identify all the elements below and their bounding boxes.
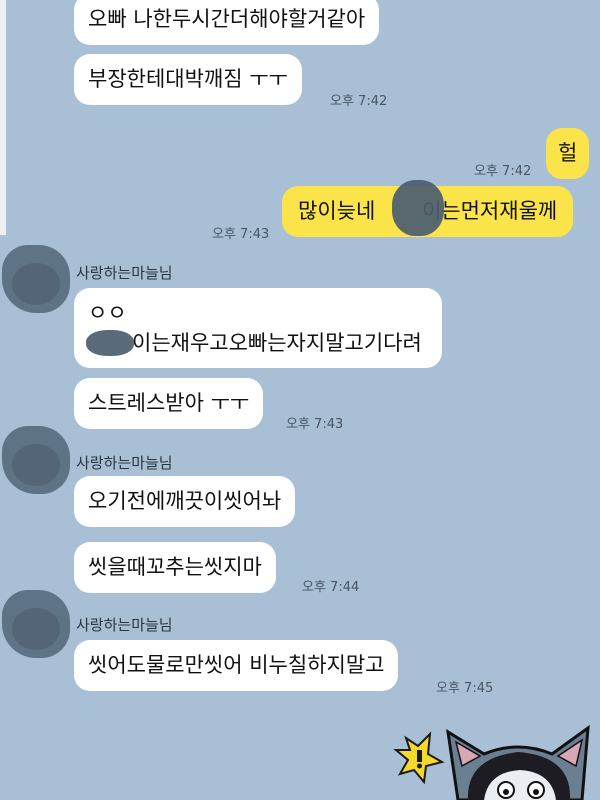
- message-time: 오후 7:42: [330, 94, 388, 109]
- message-time: 오후 7:45: [436, 681, 494, 696]
- censor-blur: [392, 180, 444, 236]
- avatar[interactable]: [2, 590, 70, 658]
- cat-sticker-icon[interactable]: [388, 710, 600, 800]
- message-time: 오후 7:43: [286, 417, 344, 432]
- message-bubble[interactable]: 씻어도물로만씻어 비누칠하지말고: [74, 640, 399, 691]
- message-bubble[interactable]: 부장한테대박깨짐 ㅜㅜ: [74, 54, 302, 105]
- message-bubble[interactable]: 씻을때꼬추는씻지마: [74, 542, 276, 593]
- message-bubble[interactable]: 스트레스받아 ㅜㅜ: [74, 378, 264, 429]
- message-line: 이는재우고오빠는자지말고기다려: [132, 331, 422, 355]
- message-bubble[interactable]: ㅇㅇ 이는재우고오빠는자지말고기다려: [74, 288, 442, 368]
- my-message-bubble[interactable]: 헐: [546, 128, 590, 179]
- message-bubble[interactable]: 오빠 나한두시간더해야할거같아: [74, 0, 380, 45]
- sender-name: 사랑하는마늘님: [76, 616, 173, 634]
- message-text: 많이늦네: [298, 199, 382, 223]
- message-time: 오후 7:44: [302, 580, 360, 595]
- message-time: 오후 7:43: [212, 227, 270, 242]
- avatar[interactable]: [2, 426, 70, 494]
- avatar[interactable]: [2, 245, 70, 313]
- left-edge: [0, 0, 6, 235]
- censor-blur: [86, 330, 134, 356]
- sender-name: 사랑하는마늘님: [76, 454, 173, 472]
- message-bubble[interactable]: 오기전에깨끗이씻어놔: [74, 476, 296, 527]
- sender-name: 사랑하는마늘님: [76, 264, 173, 282]
- message-time: 오후 7:42: [474, 164, 532, 179]
- message-line: ㅇㅇ: [88, 301, 127, 325]
